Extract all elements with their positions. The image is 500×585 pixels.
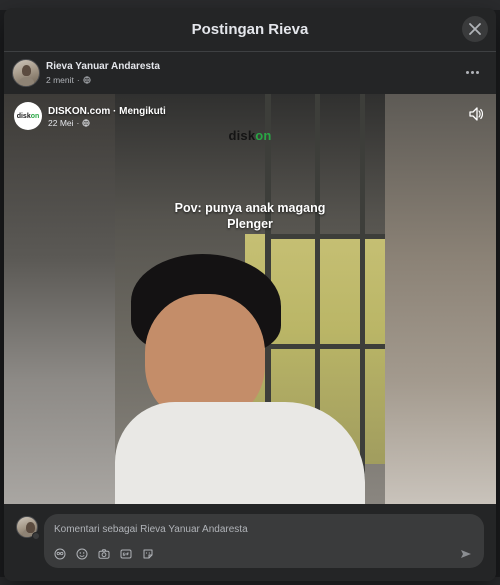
post-subline: 2 menit · [46,74,160,86]
more-icon-dot [471,70,474,74]
video-caption: Pov: punya anak magang Plenger [115,200,385,232]
video-blur-right [385,94,496,504]
close-icon [469,23,481,35]
caption-line-2: Plenger [227,217,273,231]
more-icon-dot [476,70,479,74]
comment-box [44,514,484,568]
brand-accent: on [255,128,272,143]
video-brand-watermark: diskon [115,128,385,143]
more-icon [466,70,469,74]
globe-icon [82,118,90,127]
separator: · [76,75,80,85]
avatar-sticker-icon[interactable] [54,548,66,560]
more-options-button[interactable] [466,66,482,78]
caption-line-1: Pov: punya anak magang [174,201,326,215]
video-player[interactable]: diskon Pov: punya anak magang Plenger di… [4,94,496,504]
video-blur-left [4,94,115,504]
post-modal: Postingan Rieva Rieva Yanuar Andaresta 2… [4,8,496,581]
modal-header: Postingan Rieva [4,8,496,52]
video-header: disk on DISKON.com · Mengikuti 22 Mei · [14,102,166,130]
post-time[interactable]: 2 menit [46,74,74,86]
video-frame [115,94,385,504]
modal-title: Postingan Rieva [191,21,309,38]
video-meta: DISKON.com · Mengikuti 22 Mei · [48,105,166,128]
separator: · [76,117,80,128]
page-avatar[interactable]: disk on [14,102,42,130]
comment-composer [4,504,496,581]
commenter-avatar-wrap [16,516,40,540]
window-frame [265,344,385,349]
comment-input[interactable] [54,520,474,538]
video-date[interactable]: 22 Mei [48,118,74,128]
volume-icon[interactable] [468,106,484,122]
sticker-icon[interactable] [142,548,154,560]
comment-tools [54,548,154,560]
video-subline: 22 Mei · [48,118,166,128]
window-frame [360,94,365,504]
chevron-down-icon[interactable] [32,532,40,540]
brand-prefix: disk [228,128,256,143]
page-logo-accent: on [30,112,40,120]
person-shirt [115,402,365,504]
send-icon[interactable] [460,548,472,560]
globe-icon [83,76,91,84]
window-frame [265,234,385,239]
camera-icon[interactable] [98,548,110,560]
emoji-icon[interactable] [76,548,88,560]
gif-icon[interactable] [120,548,132,560]
page-logo-prefix: disk [16,112,31,120]
post-meta: Rieva Yanuar Andaresta 2 menit · [46,60,160,86]
page-name[interactable]: DISKON.com · Mengikuti [48,105,166,118]
author-avatar[interactable] [12,59,40,87]
close-button[interactable] [462,16,488,42]
post-header: Rieva Yanuar Andaresta 2 menit · [4,52,496,94]
author-name[interactable]: Rieva Yanuar Andaresta [46,60,160,74]
